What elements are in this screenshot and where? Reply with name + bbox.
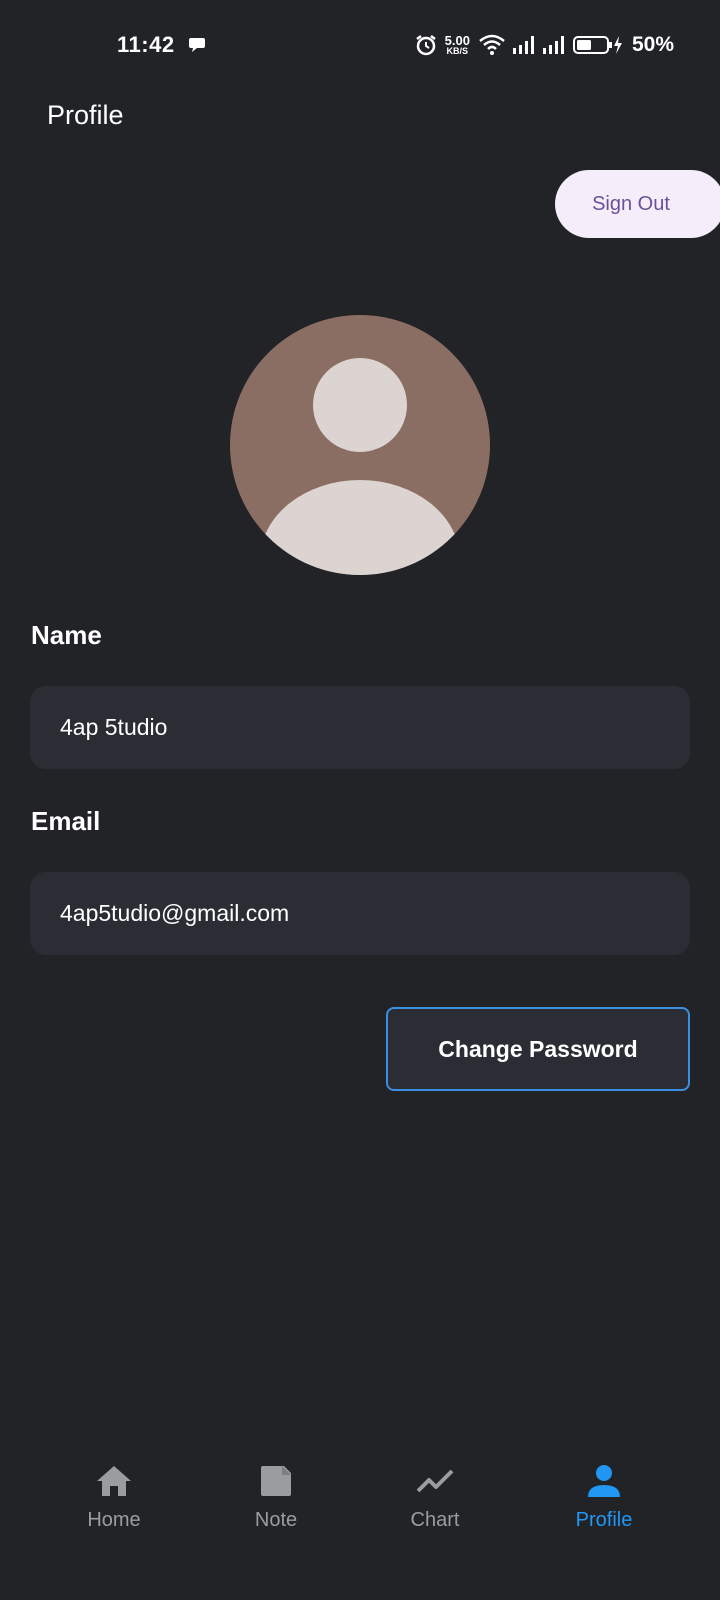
signal-icon-sim1 [512,36,534,54]
chart-icon [416,1469,454,1493]
network-speed: 5.00 KB/S [445,34,470,56]
nav-label-home: Home [87,1509,141,1531]
nav-item-note[interactable]: Note [201,1440,351,1532]
avatar[interactable] [230,315,490,575]
chat-notification-icon [189,38,205,52]
change-password-button[interactable]: Change Password [386,1007,690,1091]
alarm-icon [415,35,436,56]
signal-icon-sim2 [542,36,564,54]
name-field[interactable]: 4ap 5tudio [30,686,690,769]
nav-label-note: Note [254,1509,298,1531]
email-field[interactable]: 4ap5tudio@gmail.com [30,872,690,955]
person-placeholder-icon [260,358,460,575]
status-time: 11:42 [117,32,175,57]
person-icon [588,1465,620,1497]
email-label: Email [31,806,101,836]
network-speed-unit: KB/S [446,46,469,56]
sign-out-button[interactable]: Sign Out [555,170,720,238]
nav-label-chart: Chart [410,1509,460,1531]
email-value: 4ap5tudio@gmail.com [60,900,290,926]
nav-item-chart[interactable]: Chart [360,1440,510,1532]
battery-icon [572,36,622,54]
page-title: Profile [47,100,124,130]
wifi-icon [479,34,505,55]
battery-percentage: 50% [631,33,674,56]
nav-item-home[interactable]: Home [39,1440,189,1532]
nav-item-profile[interactable]: Profile [529,1440,679,1532]
status-bar: 11:42 5.00 KB/S 50% [0,0,720,92]
nav-label-profile: Profile [575,1509,633,1531]
status-icons: 5.00 KB/S 50% [415,30,674,60]
bottom-nav: Home Note Chart Profile [0,1440,720,1600]
name-value: 4ap 5tudio [60,714,168,740]
profile-screen: 11:42 5.00 KB/S 50% Profile Sign Out Nam… [0,0,720,1600]
change-password-label: Change Password [438,1035,638,1062]
home-icon [97,1466,131,1496]
sign-out-label: Sign Out [592,192,670,215]
name-label: Name [31,620,102,650]
note-icon [261,1466,291,1496]
